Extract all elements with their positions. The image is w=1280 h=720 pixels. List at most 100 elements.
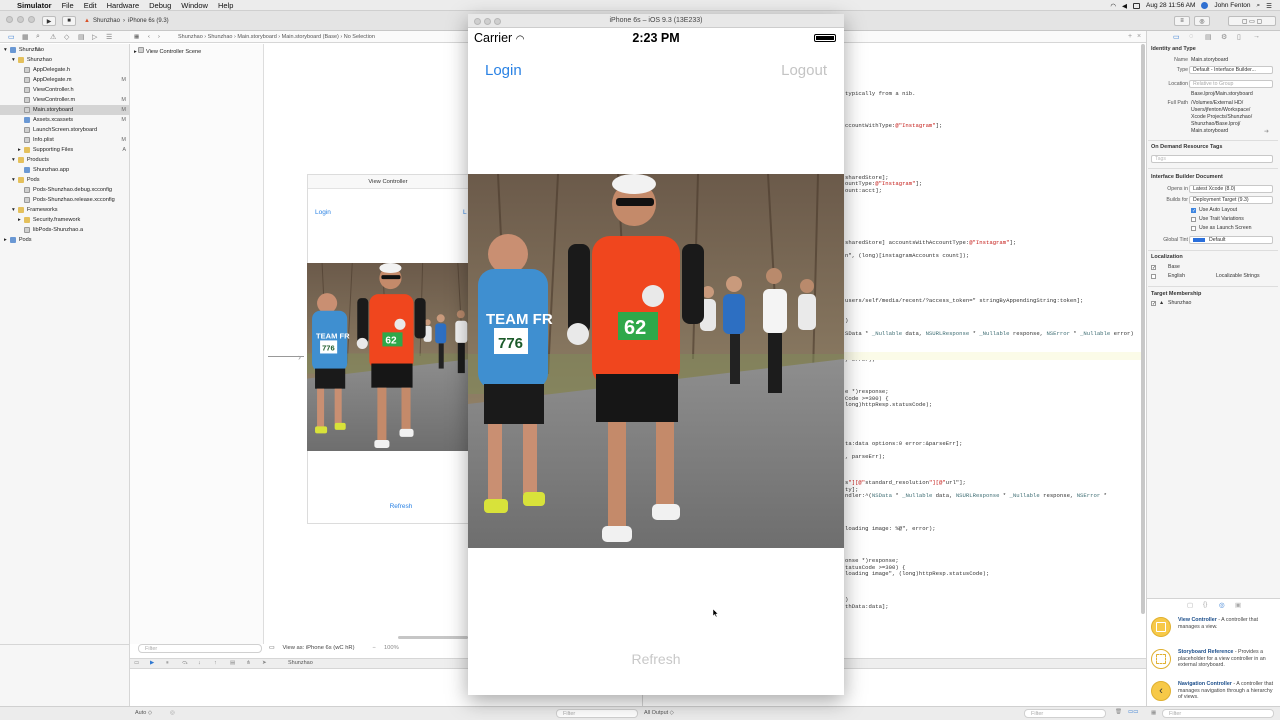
back-icon[interactable]: ‹: [148, 34, 150, 40]
menu-help[interactable]: Help: [218, 1, 233, 10]
menubar-clock[interactable]: Aug 28 11:56 AM: [1146, 2, 1195, 9]
loc-base-checkbox[interactable]: ✓: [1151, 265, 1156, 271]
media-library-icon[interactable]: ▣: [1235, 601, 1241, 609]
list-item[interactable]: ▾ Pods: [12, 175, 40, 185]
list-item[interactable]: ViewController.m M: [24, 95, 130, 105]
step-in-icon[interactable]: ↓: [198, 660, 201, 666]
menu-app-name[interactable]: Simulator: [17, 1, 52, 10]
debug-navigator-icon[interactable]: ▤: [78, 33, 85, 41]
login-button[interactable]: Login: [485, 62, 522, 79]
trash-icon[interactable]: 🗑: [1115, 709, 1122, 715]
memory-graph-icon[interactable]: ⋔: [246, 660, 251, 666]
console-filter-input[interactable]: Filter: [1024, 709, 1106, 718]
library-grid-icon[interactable]: ▦: [1151, 710, 1156, 716]
outline-filter-input[interactable]: Filter: [138, 644, 262, 653]
list-item[interactable]: ▸ Pods: [4, 235, 32, 245]
pause-icon[interactable]: ⏸: [166, 660, 169, 667]
tags-input[interactable]: Tags: [1151, 155, 1273, 163]
symbol-navigator-icon[interactable]: ▦: [22, 33, 29, 41]
name-value[interactable]: Main.storyboard: [1191, 57, 1228, 63]
sim-close-button[interactable]: [474, 18, 481, 25]
project-navigator-icon[interactable]: ▭: [8, 33, 15, 41]
menu-file[interactable]: File: [62, 1, 74, 10]
library-item-navigation-controller[interactable]: ‹ Navigation Controller - A controller t…: [1151, 677, 1277, 705]
split-view-icon[interactable]: ▭▭: [1128, 709, 1138, 715]
wifi-icon[interactable]: ◠: [1110, 2, 1116, 10]
attributes-inspector-icon[interactable]: ⚙: [1221, 33, 1227, 41]
list-item[interactable]: libPods-Shunzhao.a: [24, 225, 83, 235]
quick-help-icon[interactable]: ◌: [1189, 33, 1193, 40]
size-inspector-icon[interactable]: ▯: [1237, 33, 1241, 41]
menubar-user[interactable]: John Fenton: [1214, 2, 1250, 9]
hide-debug-icon[interactable]: ▭: [134, 660, 139, 666]
code-vertical-scrollbar[interactable]: [1141, 44, 1145, 614]
variables-filter-input[interactable]: Filter: [556, 709, 638, 718]
menu-debug[interactable]: Debug: [149, 1, 171, 10]
trait-variations-checkbox[interactable]: [1191, 217, 1196, 222]
refresh-button[interactable]: Refresh: [468, 651, 844, 667]
window-zoom-button[interactable]: [28, 16, 35, 23]
launch-screen-checkbox[interactable]: [1191, 226, 1196, 231]
report-navigator-icon[interactable]: ☰: [106, 33, 112, 41]
simulator-title-bar[interactable]: iPhone 6s – iOS 9.3 (13E233): [468, 14, 844, 28]
list-item[interactable]: Info.plist M: [24, 135, 130, 145]
list-item[interactable]: Assets.xcassets M: [24, 115, 130, 125]
scheme-selector[interactable]: ▲ Shunzhao › iPhone 6s (9.3): [84, 16, 169, 26]
window-close-button[interactable]: [6, 16, 13, 23]
editor-standard-button[interactable]: ≡: [1174, 16, 1190, 26]
forward-icon[interactable]: ›: [158, 34, 160, 40]
list-item[interactable]: Pods-Shunzhao.release.xcconfig: [24, 195, 115, 205]
opens-in-select[interactable]: Latest Xcode (8.0): [1189, 185, 1273, 193]
sb-logout-button[interactable]: L: [463, 209, 467, 216]
menu-window[interactable]: Window: [181, 1, 208, 10]
search-icon[interactable]: ⌕: [1257, 2, 1261, 10]
sb-refresh-button[interactable]: Refresh: [308, 503, 494, 510]
list-item[interactable]: ViewController.h: [24, 85, 74, 95]
list-item-selected[interactable]: Main.storyboard M: [0, 105, 130, 115]
object-library-icon[interactable]: ◎: [1219, 601, 1225, 609]
library-filter-input[interactable]: Filter: [1162, 709, 1274, 718]
editor-assistant-button[interactable]: ◎: [1194, 16, 1210, 26]
list-item[interactable]: Pods-Shunzhao.debug.xcconfig: [24, 185, 112, 195]
zoom-level[interactable]: 100%: [384, 645, 399, 651]
list-icon[interactable]: ☰: [1266, 2, 1272, 10]
debug-target[interactable]: Shunzhao: [288, 660, 313, 666]
loc-english-checkbox[interactable]: [1151, 274, 1156, 279]
issue-navigator-icon[interactable]: ⚠: [50, 33, 56, 41]
type-select[interactable]: Default - Interface Builder...: [1189, 66, 1273, 74]
menu-edit[interactable]: Edit: [84, 1, 97, 10]
layout-icon[interactable]: ▭: [269, 645, 274, 651]
connections-inspector-icon[interactable]: →: [1253, 33, 1260, 40]
close-editor-icon[interactable]: ×: [1137, 33, 1141, 40]
builds-for-select[interactable]: Deployment Target (9.3): [1189, 196, 1273, 204]
list-item[interactable]: AppDelegate.m M: [24, 75, 130, 85]
user-avatar-icon[interactable]: [1201, 2, 1209, 9]
find-navigator-icon[interactable]: ⌕: [36, 33, 40, 41]
stop-button[interactable]: ■: [62, 16, 76, 26]
sim-minimize-button[interactable]: [484, 18, 491, 25]
battery-icon[interactable]: [1133, 2, 1140, 9]
panel-toggle-buttons[interactable]: ▢ ▭ ▢: [1228, 16, 1276, 26]
file-inspector-icon[interactable]: ▭: [1173, 33, 1180, 41]
logout-button[interactable]: Logout: [770, 62, 827, 79]
global-tint-select[interactable]: Default: [1189, 236, 1273, 244]
library-item-view-controller[interactable]: View Controller - A controller that mana…: [1151, 613, 1277, 641]
list-item[interactable]: ▾ Frameworks: [12, 205, 58, 215]
location-icon[interactable]: ➤: [262, 660, 267, 666]
storyboard-image-view[interactable]: [307, 263, 469, 451]
canvas-horizontal-scrollbar[interactable]: [398, 636, 468, 639]
breakpoints-toggle-icon[interactable]: ▶: [150, 660, 154, 666]
run-button[interactable]: ▶: [42, 16, 56, 26]
list-item[interactable]: AppDelegate.h: [24, 65, 70, 75]
view-as-label[interactable]: View as: iPhone 6s (wC hR): [282, 645, 354, 651]
file-template-icon[interactable]: ▢: [1187, 601, 1193, 609]
window-minimize-button[interactable]: [17, 16, 24, 23]
location-select[interactable]: Relative to Group: [1189, 80, 1273, 88]
list-item[interactable]: ▾ Shunzhao M: [4, 45, 44, 55]
step-out-icon[interactable]: ↑: [214, 660, 217, 666]
test-navigator-icon[interactable]: ◇: [64, 33, 69, 41]
sim-zoom-button[interactable]: [494, 18, 501, 25]
list-item[interactable]: ▾ Products: [12, 155, 49, 165]
assistant-code-editor[interactable]: typically from a nib. ccountWithType:@"In…: [843, 44, 1143, 644]
auto-layout-checkbox[interactable]: ✓: [1191, 208, 1196, 214]
